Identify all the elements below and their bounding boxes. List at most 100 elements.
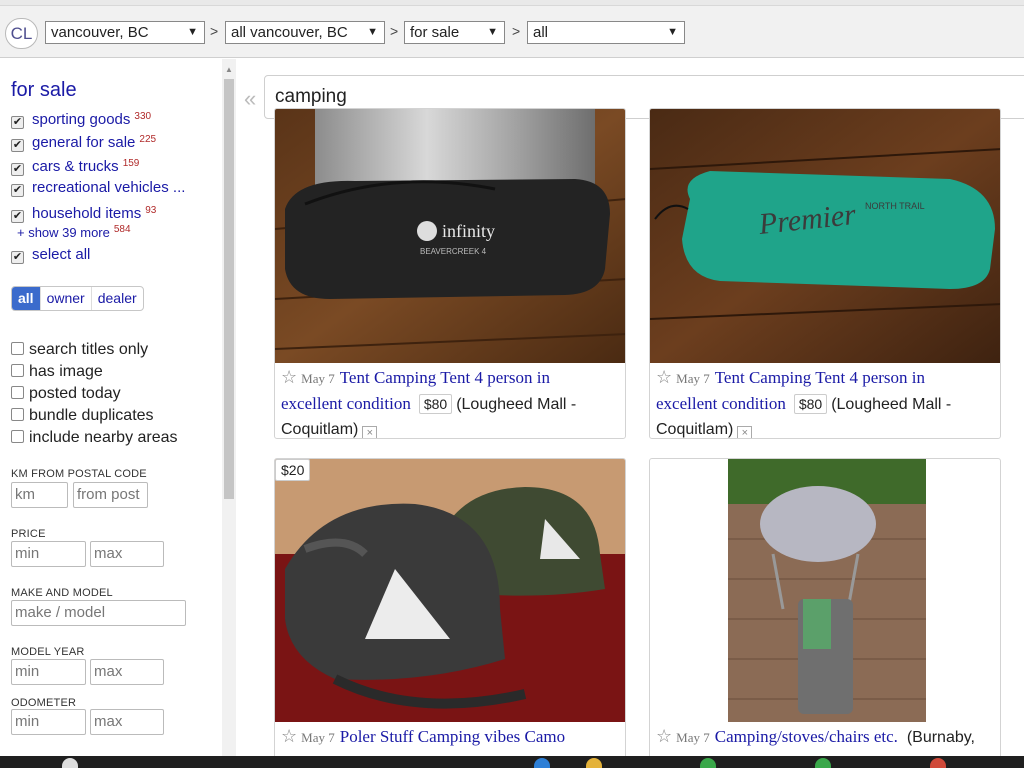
category-item-general-for-sale[interactable]: ✔ general for sale 225 xyxy=(11,130,157,152)
listing-image[interactable] xyxy=(728,459,926,722)
category-label[interactable]: general for sale xyxy=(32,134,135,151)
listing-location: (Lougheed Mall - xyxy=(831,396,952,413)
header-bar: CL vancouver, BC ▼ > all vancouver, BC ▼… xyxy=(0,6,1024,58)
checkbox[interactable]: ✔ xyxy=(11,251,24,264)
category-item-recreational-vehicles[interactable]: ✔ recreational vehicles ... xyxy=(11,178,185,198)
listing-price: $80 xyxy=(418,394,453,414)
show-more-count: 584 xyxy=(113,224,131,235)
category-count: 159 xyxy=(122,158,140,169)
option-has-image[interactable]: has image xyxy=(11,362,103,382)
taskbar-app-icon[interactable] xyxy=(700,758,716,768)
model-year-max-input[interactable]: max xyxy=(90,659,164,685)
listing-title-continued[interactable]: excellent condition xyxy=(281,394,411,413)
sidebar-scrollbar[interactable]: ▲ xyxy=(222,59,236,759)
brand-subtext: BEAVERCREEK 4 xyxy=(420,247,487,256)
category-item-sporting-goods[interactable]: ✔ sporting goods 330 xyxy=(11,107,151,129)
seller-type-all[interactable]: all xyxy=(12,287,41,310)
location-select-value: vancouver, BC xyxy=(51,24,149,41)
taskbar-app-icon[interactable] xyxy=(534,758,550,768)
listing-title[interactable]: Tent Camping Tent 4 person in xyxy=(715,368,925,387)
option-label: bundle duplicates xyxy=(29,407,154,424)
category-select[interactable]: for sale ▼ xyxy=(404,21,505,44)
listing-title[interactable]: Poler Stuff Camping vibes Camo xyxy=(340,727,565,746)
odometer-min-input[interactable]: min xyxy=(11,709,86,735)
show-more-link[interactable]: + show 39 more 584 xyxy=(17,224,131,240)
scrollbar-thumb[interactable] xyxy=(224,79,234,499)
taskbar-app-icon[interactable] xyxy=(586,758,602,768)
favorite-star-icon[interactable]: ☆ xyxy=(656,367,672,387)
category-label[interactable]: cars & trucks xyxy=(32,158,119,175)
model-year-min-input[interactable]: min xyxy=(11,659,86,685)
checkbox[interactable] xyxy=(11,408,24,421)
listing-title[interactable]: Tent Camping Tent 4 person in xyxy=(340,368,550,387)
listing-image[interactable]: infinity BEAVERCREEK 4 xyxy=(275,109,625,363)
category-label[interactable]: household items xyxy=(32,205,141,222)
listing-location: (Burnaby, xyxy=(906,729,975,746)
category-count: 225 xyxy=(139,134,157,145)
select-all-item[interactable]: ✔ select all xyxy=(11,245,90,265)
hide-listing-icon[interactable]: × xyxy=(362,426,378,438)
option-include-nearby-areas[interactable]: include nearby areas xyxy=(11,428,178,448)
category-label[interactable]: sporting goods xyxy=(32,111,130,128)
taskbar-app-icon[interactable] xyxy=(815,758,831,768)
price-min-input[interactable]: min xyxy=(11,541,86,567)
option-posted-today[interactable]: posted today xyxy=(11,384,121,404)
subcategory-select-value: all xyxy=(533,24,549,41)
checkbox[interactable] xyxy=(11,430,24,443)
listing-date: May 7 xyxy=(301,371,335,386)
checkbox[interactable]: ✔ xyxy=(11,210,24,223)
listing-date: May 7 xyxy=(676,371,710,386)
scroll-up-arrow-icon[interactable]: ▲ xyxy=(222,65,236,74)
checkbox[interactable]: ✔ xyxy=(11,139,24,152)
result-card[interactable]: infinity BEAVERCREEK 4 ☆ May 7 Tent Campin… xyxy=(274,108,626,439)
result-card[interactable]: Premier NORTH TRAIL ☆ May 7 Tent Camping T… xyxy=(649,108,1001,439)
location-select[interactable]: vancouver, BC ▼ xyxy=(45,21,205,44)
checkbox[interactable]: ✔ xyxy=(11,116,24,129)
checkbox[interactable]: ✔ xyxy=(11,184,24,197)
odometer-label: ODOMETER xyxy=(11,697,77,709)
listing-location: (Lougheed Mall - xyxy=(456,396,577,413)
checkbox[interactable] xyxy=(11,364,24,377)
odometer-max-input[interactable]: max xyxy=(90,709,164,735)
listing-image[interactable]: Premier NORTH TRAIL xyxy=(650,109,1000,363)
category-item-cars-trucks[interactable]: ✔ cars & trucks 159 xyxy=(11,154,140,176)
favorite-star-icon[interactable]: ☆ xyxy=(656,726,672,746)
craigslist-logo[interactable]: CL xyxy=(5,18,38,49)
listing-date: May 7 xyxy=(301,730,335,745)
seller-type-dealer[interactable]: dealer xyxy=(92,287,143,310)
price-max-input[interactable]: max xyxy=(90,541,164,567)
category-item-household-items[interactable]: ✔ household items 93 xyxy=(11,201,156,223)
category-heading[interactable]: for sale xyxy=(11,79,77,102)
option-label: has image xyxy=(29,363,103,380)
category-label[interactable]: recreational vehicles ... xyxy=(32,179,185,196)
listing-title[interactable]: Camping/stoves/chairs etc. xyxy=(715,727,898,746)
km-input[interactable]: km xyxy=(11,482,68,508)
listing-title-continued[interactable]: excellent condition xyxy=(656,394,786,413)
make-model-input[interactable]: make / model xyxy=(11,600,186,626)
option-bundle-duplicates[interactable]: bundle duplicates xyxy=(11,406,154,426)
make-model-label: MAKE AND MODEL xyxy=(11,587,113,599)
collapse-sidebar-icon[interactable]: « xyxy=(244,86,256,112)
postal-code-input[interactable]: from post xyxy=(73,482,148,508)
taskbar-app-icon[interactable] xyxy=(62,758,78,768)
listing-info: ☆ May 7 Camping/stoves/chairs etc. (Burnab… xyxy=(656,724,975,750)
camping-chair-photo xyxy=(728,459,926,722)
show-more-label[interactable]: + show 39 more xyxy=(17,225,110,240)
result-card[interactable]: ☆ May 7 Camping/stoves/chairs etc. (Burnab… xyxy=(649,458,1001,768)
listing-info: ☆ May 7 Tent Camping Tent 4 person in exce… xyxy=(281,365,577,438)
checkbox[interactable]: ✔ xyxy=(11,163,24,176)
area-select[interactable]: all vancouver, BC ▼ xyxy=(225,21,385,44)
taskbar-app-icon[interactable] xyxy=(930,758,946,768)
option-search-titles-only[interactable]: search titles only xyxy=(11,340,148,360)
checkbox[interactable] xyxy=(11,342,24,355)
select-all-label[interactable]: select all xyxy=(32,246,90,263)
checkbox[interactable] xyxy=(11,386,24,399)
subcategory-select[interactable]: all ▼ xyxy=(527,21,685,44)
listing-image[interactable]: $20 xyxy=(275,459,625,722)
favorite-star-icon[interactable]: ☆ xyxy=(281,726,297,746)
seller-type-owner[interactable]: owner xyxy=(41,287,92,310)
favorite-star-icon[interactable]: ☆ xyxy=(281,367,297,387)
result-card[interactable]: $20 ☆ May 7 Poler Stuff Camping vibes Camo xyxy=(274,458,626,768)
os-taskbar xyxy=(0,756,1024,768)
hide-listing-icon[interactable]: × xyxy=(737,426,753,438)
